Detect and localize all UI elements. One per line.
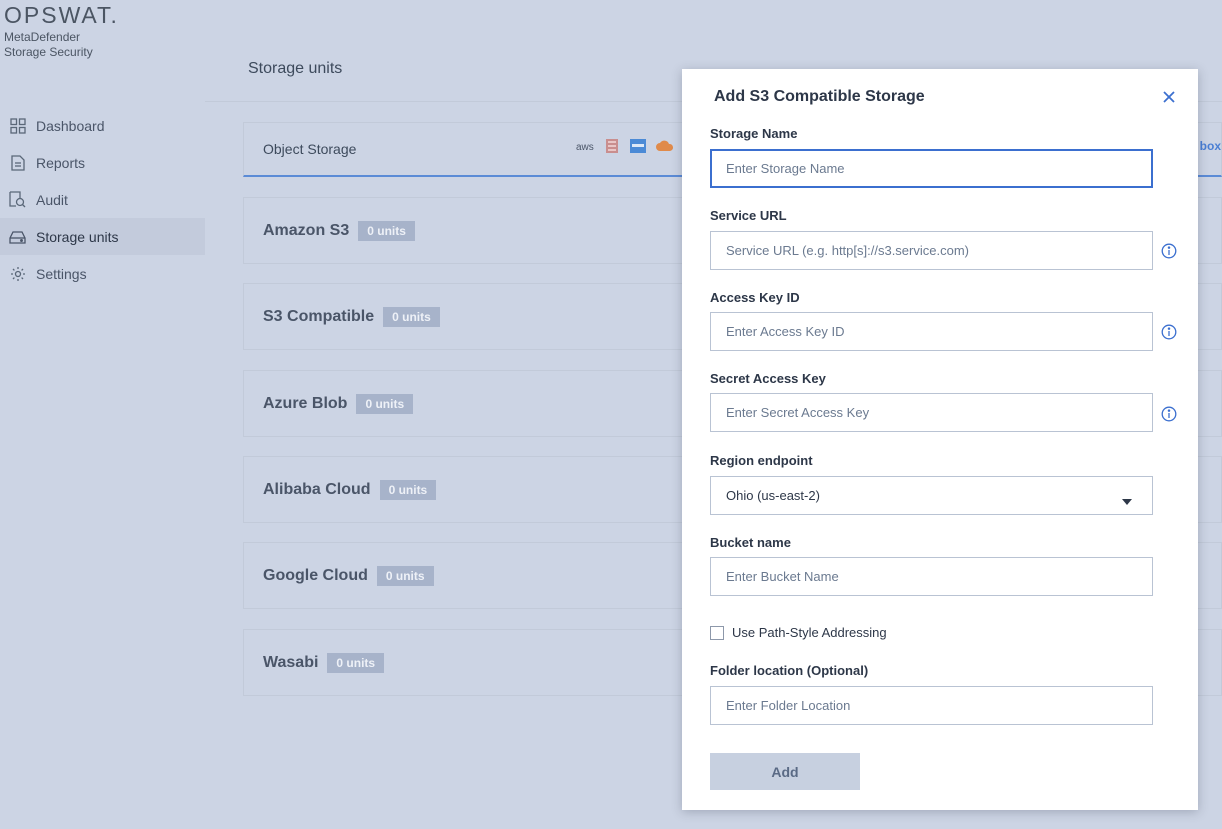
storage-name-label: Storage Name	[710, 126, 798, 141]
add-button[interactable]: Add	[710, 753, 860, 790]
units-badge: 0 units	[379, 479, 437, 500]
cloud-icon	[655, 139, 674, 156]
card-name: Amazon S3	[263, 221, 350, 239]
sidebar-nav: Dashboard Reports Audit Storage units Se…	[0, 107, 205, 292]
folder-label: Folder location (Optional)	[710, 663, 869, 678]
audit-icon	[9, 191, 26, 208]
folder-input[interactable]	[710, 686, 1153, 725]
page-title: Storage units	[248, 60, 343, 77]
sidebar-item-label: Settings	[36, 265, 87, 282]
sidebar-item-settings[interactable]: Settings	[0, 255, 205, 292]
info-icon[interactable]	[1161, 406, 1177, 422]
units-badge: 0 units	[327, 652, 385, 673]
bucket-label: Bucket name	[710, 535, 791, 550]
units-badge: 0 units	[358, 220, 415, 241]
grid-icon	[9, 117, 26, 134]
storage-name-input[interactable]	[710, 149, 1153, 188]
service-url-input[interactable]	[710, 231, 1153, 270]
units-badge: 0 units	[356, 393, 414, 414]
product-name-line1: MetaDefender	[4, 30, 81, 44]
sidebar-item-label: Storage units	[36, 228, 119, 245]
sidebar-item-label: Audit	[36, 191, 68, 208]
azure-icon	[629, 139, 646, 156]
box-icon: box	[1199, 139, 1221, 153]
storage-icon	[9, 228, 26, 245]
path-style-checkbox[interactable]	[710, 625, 724, 640]
card-name: Alibaba Cloud	[263, 480, 371, 498]
region-value: Ohio (us-east-2)	[726, 488, 820, 503]
region-label: Region endpoint	[710, 453, 813, 468]
add-storage-modal: Add S3 Compatible Storage Storage Name S…	[682, 69, 1198, 810]
sidebar-item-audit[interactable]: Audit	[0, 181, 205, 218]
card-name: Google Cloud	[263, 566, 368, 584]
info-icon[interactable]	[1161, 324, 1177, 340]
card-name: S3 Compatible	[263, 307, 375, 325]
access-key-label: Access Key ID	[710, 290, 800, 305]
brand: OPSWAT. MetaDefender Storage Security	[4, 3, 119, 60]
path-style-label: Use Path-Style Addressing	[732, 625, 887, 640]
sidebar-item-storage-units[interactable]: Storage units	[0, 218, 205, 255]
service-url-label: Service URL	[710, 208, 787, 223]
tab-label: Object Storage	[263, 141, 357, 157]
units-badge: 0 units	[376, 565, 434, 586]
sidebar-item-label: Reports	[36, 154, 86, 171]
modal-title: Add S3 Compatible Storage	[714, 88, 925, 105]
card-name: Azure Blob	[263, 394, 348, 412]
sidebar-item-label: Dashboard	[36, 117, 105, 134]
provider-icons: aws	[576, 138, 674, 157]
region-select[interactable]: Ohio (us-east-2)	[710, 476, 1153, 515]
document-icon	[9, 154, 26, 171]
gear-icon	[9, 265, 26, 282]
bucket-input[interactable]	[710, 557, 1153, 596]
secret-key-input[interactable]	[710, 393, 1153, 432]
secret-key-label: Secret Access Key	[710, 371, 826, 386]
opswat-logo: OPSWAT.	[4, 2, 119, 28]
sidebar-item-reports[interactable]: Reports	[0, 144, 205, 181]
caret-down-icon	[1122, 493, 1132, 508]
card-name: Wasabi	[263, 653, 319, 671]
product-name-line2: Storage Security	[4, 45, 93, 59]
close-icon[interactable]	[1160, 88, 1178, 106]
access-key-input[interactable]	[710, 312, 1153, 351]
storage-provider-icon	[604, 138, 620, 157]
info-icon[interactable]	[1161, 243, 1177, 259]
sidebar-item-dashboard[interactable]: Dashboard	[0, 107, 205, 144]
path-style-row[interactable]: Use Path-Style Addressing	[710, 625, 887, 640]
units-badge: 0 units	[383, 306, 440, 327]
aws-icon: aws	[576, 142, 594, 153]
